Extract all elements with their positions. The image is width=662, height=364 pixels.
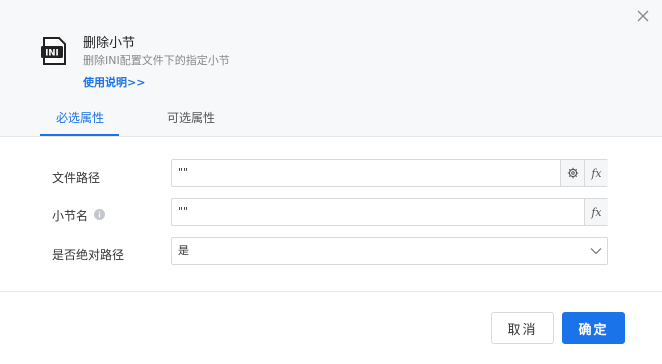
dialog-subtitle: 删除INI配置文件下的指定小节 [83,54,230,67]
file-path-label: 文件路径 [52,171,101,185]
fx-icon: fx [591,205,602,219]
absolute-path-label: 是否绝对路径 [52,248,125,262]
file-path-expression-button[interactable]: fx [584,160,608,186]
active-tab-indicator [40,134,119,136]
file-settings-button[interactable] [560,160,584,186]
tab-optional-properties[interactable]: 可选属性 [167,110,215,126]
footer-divider [0,291,662,292]
section-name-expression-button[interactable]: fx [584,199,608,225]
fx-icon: fx [591,166,602,180]
file-path-field[interactable]: "" fx [171,159,608,187]
confirm-button[interactable]: 确定 [562,312,625,344]
dialog-title: 删除小节 [83,36,136,51]
help-link[interactable]: 使用说明>> [83,76,145,90]
section-name-field[interactable]: "" fx [171,198,608,226]
tab-required-properties[interactable]: 必选属性 [56,110,104,126]
file-path-value: "" [178,166,189,179]
absolute-path-value: 是 [178,244,189,257]
section-name-label: 小节名 [52,209,89,223]
section-name-value: "" [178,205,189,218]
delete-section-dialog: INI 删除小节 删除INI配置文件下的指定小节 使用说明>> 必选属性 可选属… [0,0,662,364]
ini-icon-text: INI [45,49,58,59]
ini-file-icon: INI [41,37,66,65]
chevron-down-icon [590,248,602,255]
close-icon[interactable] [633,6,653,26]
info-icon[interactable] [94,209,105,220]
dialog-header: INI 删除小节 删除INI配置文件下的指定小节 使用说明>> 必选属性 可选属… [0,0,662,137]
absolute-path-select[interactable]: 是 [171,237,608,265]
gear-icon [567,167,578,179]
cancel-button[interactable]: 取消 [491,312,554,344]
